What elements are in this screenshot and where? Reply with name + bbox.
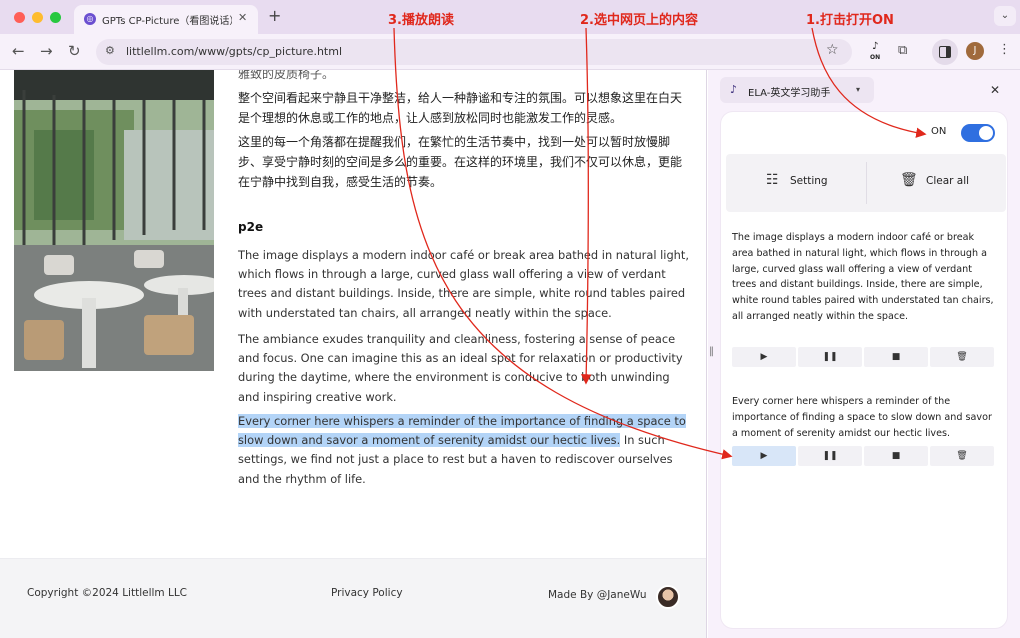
extensions-puzzle-icon[interactable]: ⧉ — [898, 43, 907, 58]
address-bar[interactable]: ⚙ littlellm.com/www/gpts/cp_picture.html… — [96, 39, 852, 65]
annotation-step-2: 2.选中网页上的内容 — [580, 13, 698, 28]
new-tab-button[interactable]: + — [268, 6, 281, 25]
on-toggle[interactable] — [961, 124, 995, 142]
selector-label: ELA-英文学习助手 — [748, 88, 831, 99]
assistant-card: ON ☷ Setting 🗑 Clear all The image displ… — [721, 112, 1007, 628]
copyright-text: Copyright ©2024 Littlellm LLC — [27, 587, 188, 599]
made-by-text: Made By @JaneWu — [548, 589, 647, 601]
site-settings-icon[interactable]: ⚙ — [105, 44, 115, 57]
toggle-label: ON — [931, 126, 947, 137]
playback-controls: ▶ ❚❚ ■ 🗑 — [732, 347, 996, 367]
minimize-window-button[interactable] — [32, 12, 43, 23]
web-page: 雅致的皮质椅子。 整个空间看起来宁静且干净整洁，给人一种静谧和专注的氛围。可以想… — [0, 70, 706, 638]
trash-icon: 🗑 — [900, 172, 918, 188]
clear-all-button[interactable]: 🗑 Clear all — [866, 154, 1006, 212]
maximize-window-button[interactable] — [50, 12, 61, 23]
article-zh-partial: 雅致的皮质椅子。 — [238, 70, 335, 81]
privacy-policy-link[interactable]: Privacy Policy — [331, 587, 403, 599]
tab-title: GPTs CP-Picture（看图说话） — [102, 16, 232, 27]
profile-avatar[interactable]: J — [966, 42, 984, 60]
delete-icon[interactable]: 🗑 — [930, 347, 994, 367]
clear-all-label: Clear all — [926, 175, 970, 187]
music-note-icon: ♪ — [730, 83, 738, 96]
page-footer: Copyright ©2024 Littlellm LLC Privacy Po… — [0, 558, 706, 638]
stop-icon[interactable]: ■ — [864, 446, 928, 466]
close-window-button[interactable] — [14, 12, 25, 23]
url-text: littlellm.com/www/gpts/cp_picture.html — [126, 45, 342, 58]
sliders-icon: ☷ — [766, 172, 779, 188]
setting-button[interactable]: ☷ Setting — [726, 154, 866, 212]
favicon-icon: ◎ — [84, 13, 96, 25]
caret-down-icon: ▾ — [856, 85, 861, 94]
stop-icon[interactable]: ■ — [864, 347, 928, 367]
section-heading: p2e — [238, 220, 264, 234]
article-zh-paragraph: 这里的每一个角落都在提醒我们，在繁忙的生活节奏中，找到一处可以暂时放慢脚步、享受… — [238, 135, 683, 189]
resize-handle[interactable]: ‖ — [709, 346, 714, 357]
side-panel-toggle-button[interactable] — [932, 39, 958, 65]
extension-on-icon[interactable]: ♪ ON — [870, 41, 886, 61]
action-bar: ☷ Setting 🗑 Clear all — [726, 154, 1006, 212]
playback-controls: ▶ ❚❚ ■ 🗑 — [732, 446, 996, 466]
author-avatar — [656, 585, 680, 609]
bookmark-star-icon[interactable]: ☆ — [826, 42, 839, 58]
side-panel-divider — [706, 70, 707, 638]
setting-label: Setting — [790, 175, 828, 187]
forward-arrow-icon[interactable]: → — [40, 42, 53, 60]
back-arrow-icon[interactable]: ← — [12, 42, 25, 60]
browser-toolbar: ← → ↻ ⚙ littlellm.com/www/gpts/cp_pictur… — [0, 34, 1020, 70]
side-panel: ♪ ELA-英文学习助手 ▾ ✕ ‖ ON ☷ Setting 🗑 Clear … — [708, 70, 1020, 638]
article-en-paragraph: Every corner here whispers a reminder of… — [238, 412, 690, 489]
article-en-paragraph: The ambiance exudes tranquility and clea… — [238, 332, 683, 404]
side-panel-selector[interactable]: ♪ ELA-英文学习助手 ▾ — [720, 77, 874, 103]
article-zh-paragraph: 整个空间看起来宁静且干净整洁，给人一种静谧和专注的氛围。可以想象这里在白天是个理… — [238, 91, 683, 125]
cafe-photo — [14, 70, 214, 371]
play-icon[interactable]: ▶ — [732, 347, 796, 367]
annotation-step-1: 1.打击打开ON — [806, 13, 894, 28]
selected-text[interactable]: Every corner here whispers a reminder of… — [238, 414, 686, 448]
close-icon[interactable]: ✕ — [990, 83, 1000, 97]
pause-icon[interactable]: ❚❚ — [798, 446, 862, 466]
tab-close-icon[interactable]: ✕ — [238, 11, 247, 24]
tab-search-button[interactable]: ⌄ — [994, 6, 1016, 26]
browser-tab[interactable]: ◎ GPTs CP-Picture（看图说话） ✕ — [74, 5, 258, 34]
reading-entry-text: The image displays a modern indoor café … — [732, 232, 994, 322]
delete-icon[interactable]: 🗑 — [930, 446, 994, 466]
more-menu-icon[interactable]: ⋮ — [998, 42, 1011, 57]
reload-icon[interactable]: ↻ — [68, 42, 81, 60]
reading-entry-text: Every corner here whispers a reminder of… — [732, 396, 992, 439]
play-icon[interactable]: ▶ — [732, 446, 796, 466]
annotation-step-3: 3.播放朗读 — [388, 13, 454, 28]
pause-icon[interactable]: ❚❚ — [798, 347, 862, 367]
article-en-paragraph: The image displays a modern indoor café … — [238, 248, 689, 320]
